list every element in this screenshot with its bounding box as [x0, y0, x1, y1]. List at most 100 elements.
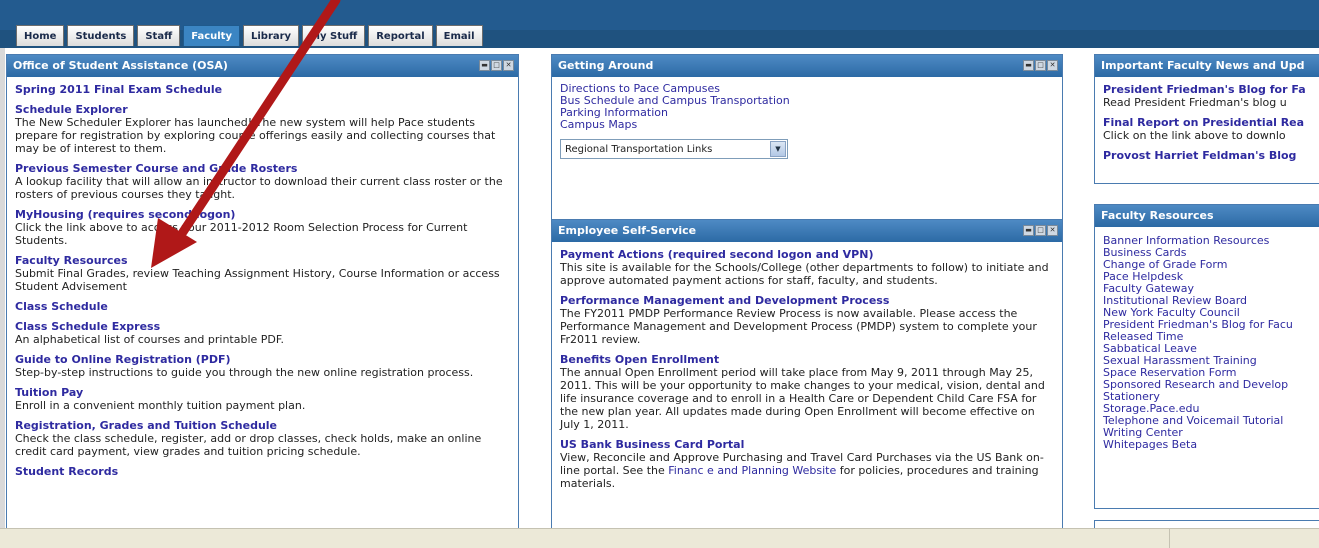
finance-planning-link[interactable]: Financ e and Planning Website	[668, 464, 836, 477]
pmdp-link[interactable]: Performance Management and Development P…	[560, 294, 1054, 307]
list-item: Provost Harriet Feldman's Blog	[1103, 149, 1316, 162]
myhousing-link[interactable]: MyHousing (requires second logon)	[15, 208, 510, 221]
list-item: Spring 2011 Final Exam Schedule	[15, 83, 510, 96]
chevron-down-icon[interactable]: ▼	[770, 141, 786, 157]
schedule-explorer-desc: The New Scheduler Explorer has launched!…	[15, 116, 496, 155]
tuition-pay-desc: Enroll in a convenient monthly tuition p…	[15, 399, 306, 412]
faculty-news-header: Important Faculty News and Upd	[1095, 55, 1319, 77]
president-blog-link[interactable]: President Friedman's Blog for Fa	[1103, 83, 1316, 96]
osa-panel-body: Spring 2011 Final Exam Schedule Schedule…	[7, 77, 518, 491]
benefits-enrollment-link[interactable]: Benefits Open Enrollment	[560, 353, 1054, 366]
faculty-resources-desc: Submit Final Grades, review Teaching Ass…	[15, 267, 500, 293]
list-item: Previous Semester Course and Grade Roste…	[15, 162, 510, 201]
final-exam-schedule-link[interactable]: Spring 2011 Final Exam Schedule	[15, 83, 510, 96]
faculty-news-title: Important Faculty News and Upd	[1101, 59, 1305, 72]
list-item: Payment Actions (required second logon a…	[560, 248, 1054, 287]
employee-self-service-panel: Employee Self-Service ▬ □ ✕ Payment Acti…	[551, 219, 1063, 534]
online-registration-guide-link[interactable]: Guide to Online Registration (PDF)	[15, 353, 510, 366]
student-records-link[interactable]: Student Records	[15, 465, 510, 478]
class-schedule-express-desc: An alphabetical list of courses and prin…	[15, 333, 284, 346]
faculty-news-body: President Friedman's Blog for Fa Read Pr…	[1095, 77, 1319, 175]
list-item: Student Records	[15, 465, 510, 478]
us-bank-portal-desc: View, Reconcile and Approve Purchasing a…	[560, 451, 1054, 490]
ess-body: Payment Actions (required second logon a…	[552, 242, 1062, 503]
maximize-icon[interactable]: □	[1035, 60, 1046, 71]
getting-around-body: Directions to Pace Campuses Bus Schedule…	[552, 77, 1062, 165]
osa-panel-header: Office of Student Assistance (OSA) ▬ □ ✕	[7, 55, 518, 77]
faculty-news-panel: Important Faculty News and Upd President…	[1094, 54, 1319, 184]
list-item: Schedule Explorer The New Scheduler Expl…	[15, 103, 510, 155]
faculty-resources-header: Faculty Resources	[1095, 205, 1319, 227]
getting-around-title: Getting Around	[558, 59, 654, 72]
list-item: Benefits Open Enrollment The annual Open…	[560, 353, 1054, 431]
main-tab-bar: Home Students Staff Faculty Library My S…	[16, 25, 483, 46]
transportation-links-select[interactable]: Regional Transportation Links ▼	[560, 139, 788, 159]
faculty-resources-body: Banner Information Resources Business Ca…	[1095, 227, 1319, 457]
minimize-icon[interactable]: ▬	[479, 60, 490, 71]
list-item: Faculty Resources Submit Final Grades, r…	[15, 254, 510, 293]
close-icon[interactable]: ✕	[1047, 225, 1058, 236]
us-bank-portal-link[interactable]: US Bank Business Card Portal	[560, 438, 1054, 451]
getting-around-panel: Getting Around ▬ □ ✕ Directions to Pace …	[551, 54, 1063, 224]
minimize-icon[interactable]: ▬	[1023, 60, 1034, 71]
payment-actions-desc: This site is available for the Schools/C…	[560, 261, 1049, 287]
list-item: President Friedman's Blog for Fa Read Pr…	[1103, 83, 1316, 109]
status-bar-segment	[1169, 529, 1319, 548]
list-item: Performance Management and Development P…	[560, 294, 1054, 346]
class-schedule-link[interactable]: Class Schedule	[15, 300, 510, 313]
schedule-explorer-link[interactable]: Schedule Explorer	[15, 103, 510, 116]
osa-panel: Office of Student Assistance (OSA) ▬ □ ✕…	[6, 54, 519, 534]
osa-panel-title: Office of Student Assistance (OSA)	[13, 59, 228, 72]
left-gutter	[0, 48, 5, 528]
benefits-enrollment-desc: The annual Open Enrollment period will t…	[560, 366, 1045, 431]
list-item: Tuition Pay Enroll in a convenient month…	[15, 386, 510, 412]
tuition-pay-link[interactable]: Tuition Pay	[15, 386, 510, 399]
faculty-resources-title: Faculty Resources	[1101, 209, 1214, 222]
provost-blog-link[interactable]: Provost Harriet Feldman's Blog	[1103, 149, 1316, 162]
transportation-select-value: Regional Transportation Links	[565, 144, 713, 155]
final-report-link[interactable]: Final Report on Presidential Rea	[1103, 116, 1316, 129]
faculty-resources-link[interactable]: Faculty Resources	[15, 254, 510, 267]
panel-controls: ▬ □ ✕	[479, 60, 514, 71]
close-icon[interactable]: ✕	[503, 60, 514, 71]
list-item: US Bank Business Card Portal View, Recon…	[560, 438, 1054, 490]
registration-grades-link[interactable]: Registration, Grades and Tuition Schedul…	[15, 419, 510, 432]
final-report-desc: Click on the link above to downlo	[1103, 129, 1286, 142]
registration-grades-desc: Check the class schedule, register, add …	[15, 432, 482, 458]
maximize-icon[interactable]: □	[491, 60, 502, 71]
grade-rosters-desc: A lookup facility that will allow an ins…	[15, 175, 503, 201]
tab-my-stuff[interactable]: My Stuff	[302, 25, 366, 46]
maximize-icon[interactable]: □	[1035, 225, 1046, 236]
tab-staff[interactable]: Staff	[137, 25, 181, 46]
campus-maps-link[interactable]: Campus Maps	[560, 119, 1054, 131]
pmdp-desc: The FY2011 PMDP Performance Review Proce…	[560, 307, 1037, 346]
tab-students[interactable]: Students	[67, 25, 135, 46]
ess-title: Employee Self-Service	[558, 224, 697, 237]
faculty-resource-link[interactable]: Whitepages Beta	[1103, 439, 1316, 451]
online-registration-guide-desc: Step-by-step instructions to guide you t…	[15, 366, 474, 379]
myhousing-desc: Click the link above to access your 2011…	[15, 221, 468, 247]
panel-controls: ▬ □ ✕	[1023, 225, 1058, 236]
tab-library[interactable]: Library	[242, 25, 300, 46]
president-blog-desc: Read President Friedman's blog u	[1103, 96, 1287, 109]
list-item: Final Report on Presidential Rea Click o…	[1103, 116, 1316, 142]
list-item: Registration, Grades and Tuition Schedul…	[15, 419, 510, 458]
tab-reportal[interactable]: Reportal	[368, 25, 433, 46]
tab-faculty[interactable]: Faculty	[183, 25, 240, 46]
panel-controls: ▬ □ ✕	[1023, 60, 1058, 71]
getting-around-header: Getting Around ▬ □ ✕	[552, 55, 1062, 77]
tab-email[interactable]: Email	[435, 25, 483, 46]
list-item: MyHousing (requires second logon) Click …	[15, 208, 510, 247]
faculty-resources-panel: Faculty Resources Banner Information Res…	[1094, 204, 1319, 509]
status-bar	[0, 528, 1319, 548]
list-item: Class Schedule	[15, 300, 510, 313]
minimize-icon[interactable]: ▬	[1023, 225, 1034, 236]
ess-header: Employee Self-Service ▬ □ ✕	[552, 220, 1062, 242]
payment-actions-link[interactable]: Payment Actions (required second logon a…	[560, 248, 1054, 261]
class-schedule-express-link[interactable]: Class Schedule Express	[15, 320, 510, 333]
grade-rosters-link[interactable]: Previous Semester Course and Grade Roste…	[15, 162, 510, 175]
list-item: Guide to Online Registration (PDF) Step-…	[15, 353, 510, 379]
tab-home[interactable]: Home	[16, 25, 65, 46]
close-icon[interactable]: ✕	[1047, 60, 1058, 71]
list-item: Class Schedule Express An alphabetical l…	[15, 320, 510, 346]
